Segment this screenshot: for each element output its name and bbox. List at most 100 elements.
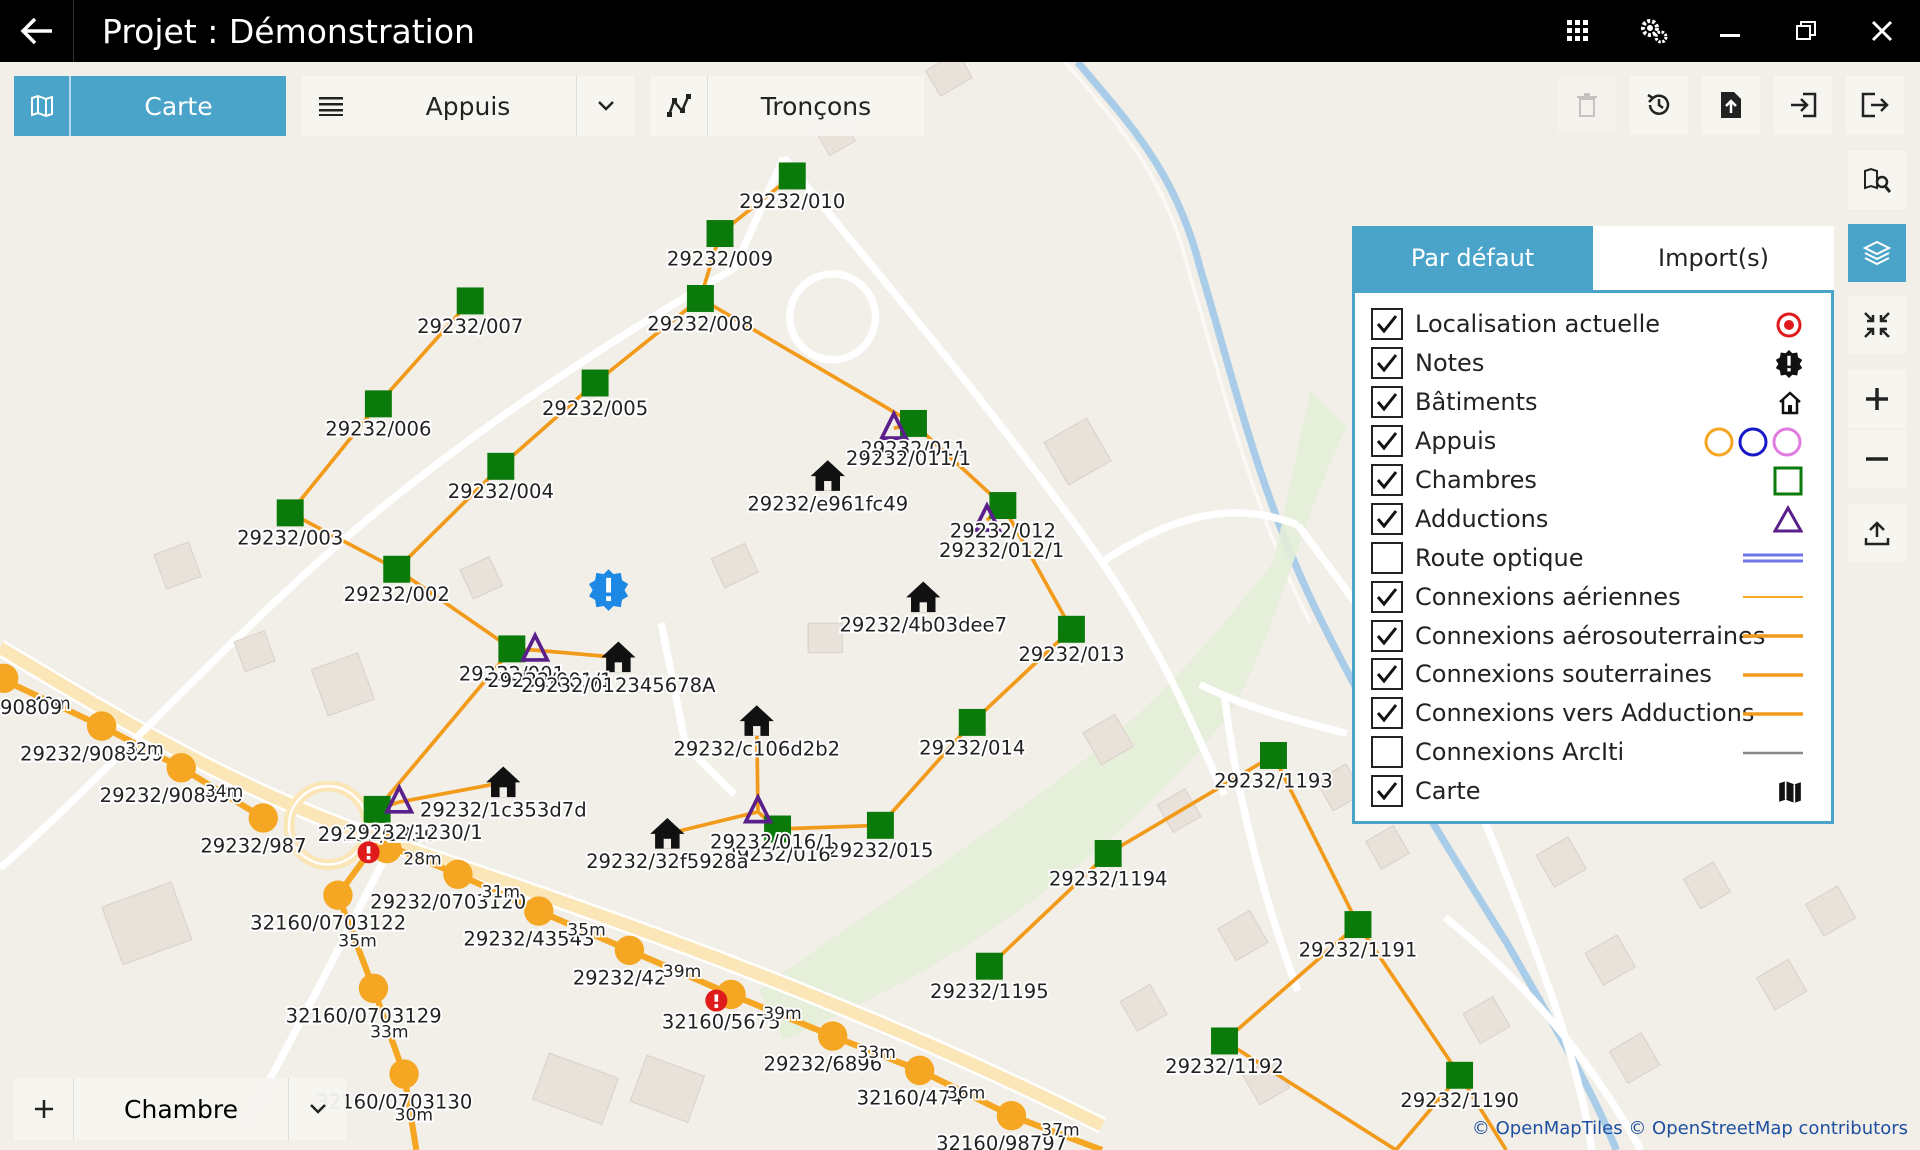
layer-checkbox[interactable] (1371, 386, 1403, 419)
settings-button[interactable] (1616, 0, 1692, 62)
chambre-dropdown-button[interactable] (288, 1078, 346, 1140)
export-file-button[interactable] (1702, 76, 1760, 134)
pole-marker[interactable] (166, 753, 196, 783)
layer-row[interactable]: Carte (1355, 772, 1831, 811)
pole-marker[interactable] (358, 973, 389, 1003)
pole-marker[interactable] (996, 1100, 1027, 1131)
layer-checkbox[interactable] (1371, 697, 1403, 730)
chamber-marker[interactable] (1057, 615, 1085, 643)
layer-checkbox[interactable] (1371, 308, 1403, 341)
chamber-marker[interactable] (1344, 911, 1372, 939)
layer-row[interactable]: Appuis (1355, 422, 1831, 461)
layer-row[interactable]: Connexions ArcIti (1355, 733, 1831, 772)
layer-checkbox[interactable] (1371, 580, 1403, 613)
pole-marker[interactable] (323, 880, 353, 910)
orange-line-icon (1743, 698, 1803, 730)
layer-row[interactable]: Connexions souterraines (1355, 655, 1831, 694)
layer-row[interactable]: Notes (1355, 344, 1831, 383)
layers-button[interactable] (1848, 224, 1906, 282)
apps-grid-button[interactable] (1540, 0, 1616, 62)
page-title: Projet : Démonstration (102, 11, 475, 51)
layer-checkbox[interactable] (1371, 425, 1403, 458)
alert-icon[interactable] (357, 841, 380, 864)
chamber-marker[interactable] (706, 220, 734, 248)
history-button[interactable] (1630, 76, 1688, 134)
chamber-marker[interactable] (1260, 742, 1287, 769)
checkmark-icon (1376, 432, 1398, 451)
upload-button[interactable] (1848, 504, 1906, 562)
layer-checkbox[interactable] (1371, 658, 1403, 691)
pole-marker[interactable] (904, 1055, 935, 1086)
appuis-dropdown-button[interactable] (576, 76, 634, 136)
pole-marker[interactable] (443, 859, 473, 890)
layer-row[interactable]: Adductions (1355, 499, 1831, 538)
zoom-out-button[interactable] (1848, 430, 1906, 488)
layer-row[interactable]: Route optique (1355, 538, 1831, 577)
back-button[interactable] (0, 0, 74, 62)
purple-triangle-icon (1773, 503, 1803, 535)
layer-checkbox[interactable] (1371, 619, 1403, 652)
layer-row[interactable]: Chambres (1355, 461, 1831, 500)
chamber-marker[interactable] (498, 635, 526, 663)
layer-row[interactable]: Connexions vers Adductions (1355, 694, 1831, 733)
map-edge-label: 90809 (0, 696, 62, 719)
alert-icon[interactable] (705, 989, 728, 1012)
chamber-marker[interactable] (276, 499, 304, 527)
delete-button[interactable] (1558, 76, 1616, 134)
chamber-marker[interactable] (364, 390, 392, 418)
sign-in-button[interactable] (1774, 76, 1832, 134)
chambre-selector[interactable]: Chambre (14, 1078, 346, 1140)
layer-checkbox[interactable] (1371, 347, 1403, 380)
chamber-marker[interactable] (456, 287, 484, 315)
openmaptiles-link[interactable]: © OpenMapTiles (1472, 1118, 1623, 1139)
appuis-selector[interactable]: Appuis (302, 76, 634, 136)
layer-checkbox[interactable] (1371, 736, 1403, 769)
chamber-marker[interactable] (975, 952, 1003, 980)
layer-label: Connexions aériennes (1415, 582, 1681, 611)
collapse-button[interactable] (1848, 296, 1906, 354)
zoom-in-button[interactable] (1848, 370, 1906, 428)
checkmark-icon (1376, 782, 1398, 801)
troncons-button[interactable]: Tronçons (650, 76, 924, 136)
orange-line-icon (1743, 659, 1803, 691)
map-view-button[interactable]: Carte (14, 76, 286, 136)
layer-label: Connexions souterraines (1415, 660, 1712, 689)
layer-row[interactable]: Connexions aérosouterraines (1355, 616, 1831, 655)
chamber-label: 29232/007 (417, 315, 523, 338)
map-search-button[interactable] (1848, 151, 1906, 209)
layer-checkbox[interactable] (1371, 775, 1403, 808)
close-button[interactable] (1844, 0, 1920, 62)
distance-label: 31m (482, 883, 520, 903)
chamber-marker[interactable] (778, 162, 806, 190)
tab-imports[interactable]: Import(s) (1593, 226, 1834, 290)
chamber-marker[interactable] (1211, 1027, 1238, 1055)
layer-checkbox[interactable] (1371, 502, 1403, 535)
pole-marker[interactable] (86, 711, 117, 741)
chamber-marker[interactable] (1094, 840, 1122, 867)
layer-checkbox[interactable] (1371, 541, 1403, 574)
chamber-marker[interactable] (1446, 1061, 1474, 1089)
pole-marker[interactable] (817, 1021, 848, 1051)
chamber-marker[interactable] (686, 284, 714, 312)
layer-checkbox[interactable] (1371, 464, 1403, 496)
sign-out-button[interactable] (1846, 76, 1904, 134)
layer-row[interactable]: Localisation actuelle (1355, 305, 1831, 344)
layer-row[interactable]: Connexions aériennes (1355, 577, 1831, 616)
layer-row[interactable]: Bâtiments (1355, 383, 1831, 422)
checkmark-icon (1376, 315, 1398, 334)
maximize-button[interactable] (1768, 0, 1844, 62)
tab-par-defaut[interactable]: Par défaut (1352, 226, 1593, 290)
pole-marker[interactable] (524, 896, 554, 926)
chamber-marker[interactable] (487, 452, 515, 480)
pole-marker[interactable] (614, 935, 645, 965)
apps-grid-icon (1567, 20, 1588, 41)
chamber-marker[interactable] (383, 555, 411, 583)
chamber-marker[interactable] (866, 811, 894, 839)
openstreetmap-link[interactable]: © OpenStreetMap contributors (1628, 1118, 1908, 1139)
minimize-button[interactable] (1692, 0, 1768, 62)
pole-marker[interactable] (389, 1059, 419, 1089)
chamber-marker[interactable] (958, 708, 986, 736)
add-button[interactable] (14, 1078, 74, 1140)
pole-marker[interactable] (248, 803, 278, 833)
chamber-marker[interactable] (581, 369, 609, 397)
